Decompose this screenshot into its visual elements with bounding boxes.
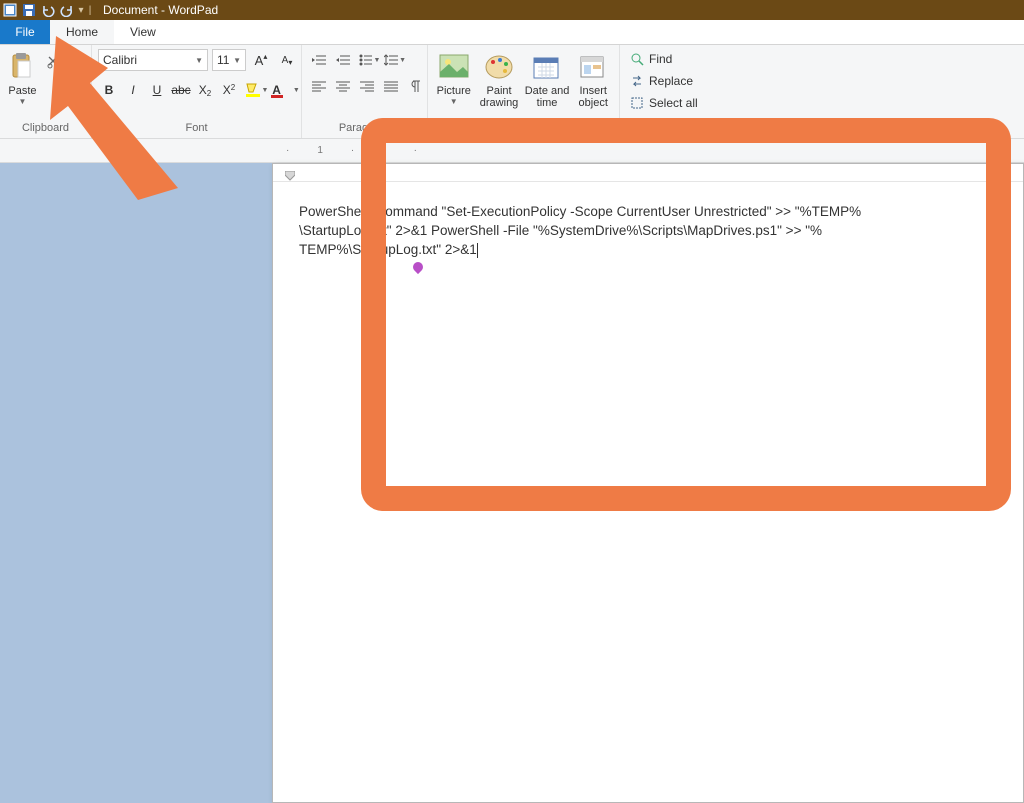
pointer-glyph <box>411 260 425 274</box>
highlight-color-button[interactable]: ▼ <box>242 79 270 101</box>
highlight-icon <box>244 82 262 98</box>
app-icon <box>2 2 18 18</box>
group-insert: Picture ▼ Paint drawing Date and time In… <box>428 45 620 138</box>
group-font-label: Font <box>98 120 295 136</box>
tab-view[interactable]: View <box>114 20 172 44</box>
doc-line-1: PowerShell -Command "Set-ExecutionPolicy… <box>299 204 861 219</box>
date-time-button[interactable]: Date and time <box>525 49 570 109</box>
select-all-label: Select all <box>649 96 698 110</box>
paste-button[interactable]: Paste ▼ <box>6 49 39 105</box>
window-title: Document - WordPad <box>103 3 218 17</box>
tab-file[interactable]: File <box>0 20 50 44</box>
tab-home[interactable]: Home <box>50 20 114 44</box>
ruler-mark: · <box>414 145 417 156</box>
paste-icon <box>6 51 38 83</box>
strikethrough-button[interactable]: abc <box>170 79 192 101</box>
font-name-combo[interactable]: Calibri ▼ <box>98 49 208 71</box>
replace-label: Replace <box>649 74 693 88</box>
chevron-down-icon: ▼ <box>233 56 241 65</box>
palette-icon <box>483 51 515 83</box>
quick-access-toolbar: ▾ | <box>2 2 93 18</box>
font-name-value: Calibri <box>103 53 137 67</box>
left-indent-marker[interactable] <box>285 171 295 181</box>
redo-icon[interactable] <box>59 2 75 18</box>
replace-button[interactable]: Replace <box>626 71 697 91</box>
doc-line-2: \StartupLog.txt" 2>&1 PowerShell -File "… <box>299 223 822 238</box>
titlebar: ▾ | Document - WordPad <box>0 0 1024 20</box>
group-clipboard-label: Clipboard <box>6 120 85 136</box>
font-color-button[interactable]: A▼ <box>272 79 300 101</box>
shrink-font-button[interactable]: A▾ <box>276 49 298 71</box>
align-left-button[interactable] <box>308 75 330 97</box>
find-button[interactable]: Find <box>626 49 676 69</box>
workspace: PowerShell -Command "Set-ExecutionPolicy… <box>0 163 1024 689</box>
group-font: Calibri ▼ 11 ▼ A▴ A▾ B I U abc X2 X2 ▼ <box>92 45 302 138</box>
select-all-button[interactable]: Select all <box>626 93 702 113</box>
document-page[interactable]: PowerShell -Command "Set-ExecutionPolicy… <box>272 163 1024 803</box>
paint-drawing-button[interactable]: Paint drawing <box>478 49 521 109</box>
paint-label: Paint drawing <box>478 85 521 109</box>
group-clipboard: Paste ▼ Cut Clipboard <box>0 45 92 138</box>
group-editing: Find Replace Select all <box>620 45 710 138</box>
qat-customize[interactable]: ▾ <box>78 2 84 18</box>
align-right-button[interactable] <box>356 75 378 97</box>
group-paragraph: ▼ ▼ Paragraph <box>302 45 428 138</box>
horizontal-ruler: · 1 · · · <box>0 139 1024 163</box>
picture-icon <box>438 51 470 83</box>
ruler-mark: · <box>382 145 385 156</box>
text-cursor <box>477 243 478 258</box>
object-icon <box>577 51 609 83</box>
ribbon: Paste ▼ Cut Clipboard Calibri ▼ 11 <box>0 45 1024 139</box>
right-indent-marker[interactable] <box>1001 171 1011 181</box>
increase-indent-button[interactable] <box>332 49 354 71</box>
group-paragraph-label: Paragraph <box>308 120 421 136</box>
grow-font-button[interactable]: A▴ <box>250 49 272 71</box>
group-insert-label <box>434 120 613 136</box>
group-editing-label <box>626 120 704 136</box>
undo-icon[interactable] <box>40 2 56 18</box>
cut-button[interactable]: Cut <box>43 51 85 73</box>
font-size-combo[interactable]: 11 ▼ <box>212 49 246 71</box>
ruler-mark: · <box>351 145 354 156</box>
bullets-button[interactable]: ▼ <box>356 49 382 71</box>
font-size-value: 11 <box>217 53 229 67</box>
date-label: Date and time <box>525 85 570 109</box>
paragraph-dialog-button[interactable] <box>404 75 426 97</box>
insert-object-button[interactable]: Insert object <box>573 49 613 109</box>
calendar-icon <box>531 51 563 83</box>
justify-button[interactable] <box>380 75 402 97</box>
document-body[interactable]: PowerShell -Command "Set-ExecutionPolicy… <box>273 182 1023 279</box>
find-label: Find <box>649 52 672 66</box>
qat-separator: | <box>87 2 93 18</box>
scissors-icon <box>47 55 61 69</box>
select-all-icon <box>630 96 644 110</box>
superscript-button[interactable]: X2 <box>218 79 240 101</box>
ribbon-tabs: File Home View <box>0 20 1024 45</box>
picture-label: Picture <box>437 85 471 97</box>
chevron-down-icon: ▼ <box>195 56 203 65</box>
chevron-down-icon: ▼ <box>18 99 26 105</box>
subscript-button[interactable]: X2 <box>194 79 216 101</box>
ruler-mark: · <box>286 145 289 156</box>
find-icon <box>630 52 644 66</box>
italic-button[interactable]: I <box>122 79 144 101</box>
ruler-mark-1: 1 <box>317 145 323 156</box>
paste-label: Paste <box>8 85 36 97</box>
object-label: Insert object <box>573 85 613 109</box>
cut-label: Cut <box>64 56 81 68</box>
align-center-button[interactable] <box>332 75 354 97</box>
picture-button[interactable]: Picture ▼ <box>434 49 474 105</box>
bold-button[interactable]: B <box>98 79 120 101</box>
page-ruler <box>273 164 1023 182</box>
save-icon[interactable] <box>21 2 37 18</box>
line-spacing-button[interactable]: ▼ <box>384 49 406 71</box>
replace-icon <box>630 74 644 88</box>
doc-line-3: TEMP%\StartupLog.txt" 2>&1 <box>299 242 477 257</box>
decrease-indent-button[interactable] <box>308 49 330 71</box>
chevron-down-icon: ▼ <box>450 99 458 105</box>
underline-button[interactable]: U <box>146 79 168 101</box>
